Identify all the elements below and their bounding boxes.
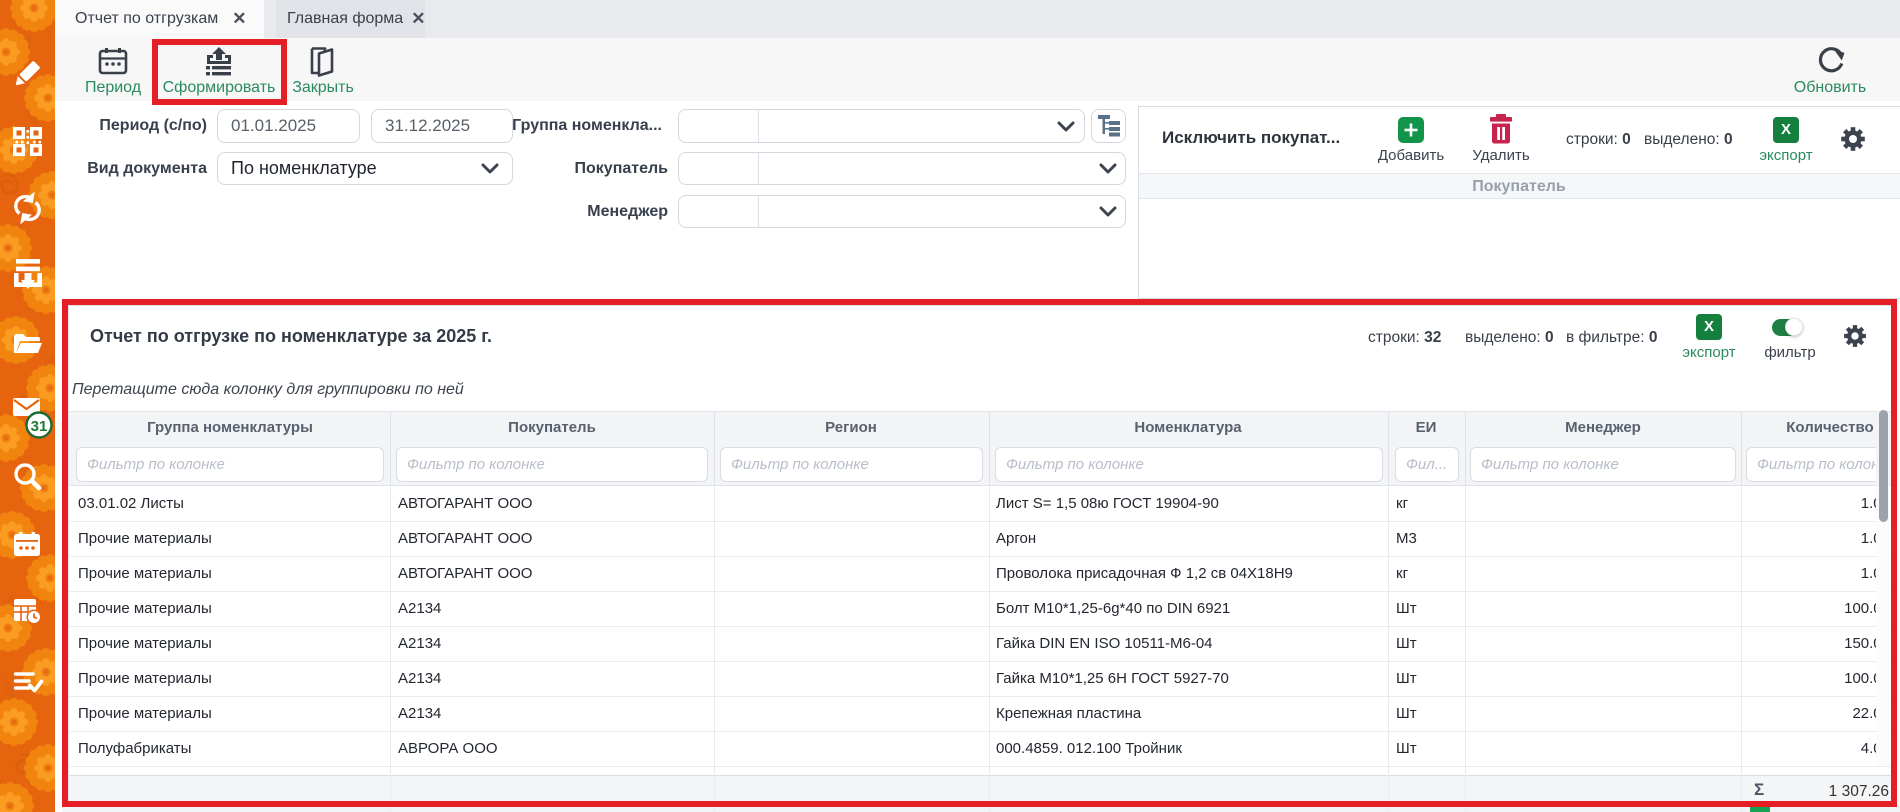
svg-text:31: 31 <box>31 418 48 435</box>
